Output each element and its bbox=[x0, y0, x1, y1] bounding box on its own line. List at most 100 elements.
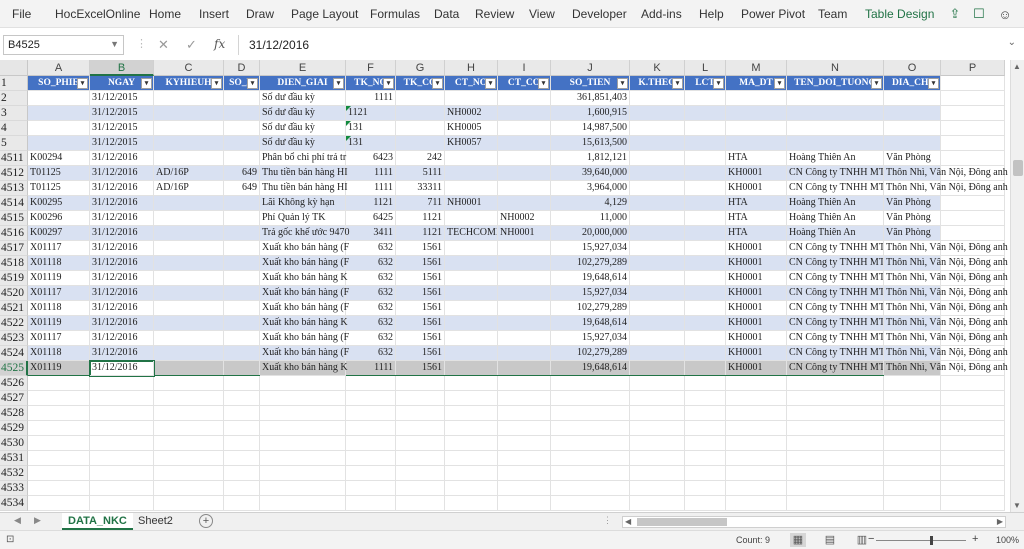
grid-cell[interactable] bbox=[685, 391, 726, 406]
filter-dropdown-icon[interactable]: ▾ bbox=[77, 78, 88, 89]
table-cell[interactable]: HTA bbox=[726, 211, 787, 226]
table-cell[interactable] bbox=[224, 91, 260, 106]
filter-dropdown-icon[interactable]: ▾ bbox=[617, 78, 628, 89]
table-cell[interactable]: 19,648,614 bbox=[551, 316, 630, 331]
table-cell[interactable]: 39,640,000 bbox=[551, 166, 630, 181]
grid-cell[interactable] bbox=[685, 466, 726, 481]
grid-cell[interactable] bbox=[154, 481, 224, 496]
table-cell[interactable] bbox=[445, 256, 498, 271]
table-cell[interactable]: KH0005 bbox=[445, 121, 498, 136]
table-cell[interactable] bbox=[154, 271, 224, 286]
table-cell[interactable]: 632 bbox=[346, 256, 396, 271]
table-cell[interactable]: 31/12/2016 bbox=[90, 151, 154, 166]
table-cell[interactable] bbox=[630, 301, 685, 316]
table-cell[interactable]: 5111 bbox=[396, 166, 445, 181]
row-header[interactable]: 4532 bbox=[0, 466, 28, 481]
filter-dropdown-icon[interactable]: ▾ bbox=[333, 78, 344, 89]
table-cell[interactable] bbox=[685, 346, 726, 361]
add-sheet-icon[interactable]: + bbox=[199, 514, 213, 528]
grid-cell[interactable] bbox=[346, 406, 396, 421]
table-cell[interactable] bbox=[224, 361, 260, 376]
table-cell[interactable]: HTA bbox=[726, 151, 787, 166]
table-header-cell[interactable]: CT_NO ▾ bbox=[445, 76, 498, 91]
table-cell[interactable] bbox=[884, 106, 941, 121]
grid-cell[interactable] bbox=[787, 451, 884, 466]
grid-cell[interactable] bbox=[260, 481, 346, 496]
table-cell[interactable]: 31/12/2016 bbox=[90, 211, 154, 226]
grid-cell[interactable] bbox=[630, 406, 685, 421]
table-cell[interactable] bbox=[154, 286, 224, 301]
table-cell[interactable] bbox=[224, 211, 260, 226]
table-cell[interactable]: CN Công ty TNHH MT bbox=[787, 346, 884, 361]
grid-cell[interactable] bbox=[941, 196, 1005, 211]
column-header-a[interactable]: A bbox=[28, 60, 90, 76]
table-cell[interactable] bbox=[787, 106, 884, 121]
table-cell[interactable] bbox=[224, 106, 260, 121]
row-header[interactable]: 1 bbox=[0, 76, 28, 91]
grid-cell[interactable] bbox=[726, 376, 787, 391]
table-cell[interactable] bbox=[498, 106, 551, 121]
table-header-cell[interactable]: DIA_CHI ▾ bbox=[884, 76, 941, 91]
table-cell[interactable] bbox=[154, 151, 224, 166]
column-header-c[interactable]: C bbox=[154, 60, 224, 76]
grid-cell[interactable] bbox=[28, 481, 90, 496]
table-cell[interactable]: X01117 bbox=[28, 331, 90, 346]
filter-dropdown-icon[interactable]: ▾ bbox=[432, 78, 443, 89]
grid-cell[interactable] bbox=[154, 391, 224, 406]
table-cell[interactable]: 3,964,000 bbox=[551, 181, 630, 196]
table-cell[interactable] bbox=[630, 361, 685, 376]
table-cell[interactable]: 1561 bbox=[396, 256, 445, 271]
table-cell[interactable] bbox=[224, 286, 260, 301]
table-cell[interactable] bbox=[726, 121, 787, 136]
vertical-scrollbar[interactable]: ▲ ▼ bbox=[1010, 60, 1024, 512]
table-cell[interactable] bbox=[685, 316, 726, 331]
table-cell[interactable] bbox=[685, 181, 726, 196]
select-all-corner[interactable] bbox=[0, 60, 28, 76]
table-cell[interactable]: Thôn Nhì, Vân Nội, Đông anh bbox=[884, 256, 1008, 271]
grid-cell[interactable] bbox=[941, 226, 1005, 241]
table-cell[interactable]: 632 bbox=[346, 286, 396, 301]
zoom-in-icon[interactable]: + bbox=[972, 533, 978, 545]
table-cell[interactable] bbox=[630, 121, 685, 136]
comment-icon[interactable]: ☐ bbox=[970, 5, 988, 23]
grid-cell[interactable] bbox=[884, 421, 941, 436]
table-cell[interactable]: Xuất kho bán hàng (F bbox=[260, 241, 349, 256]
macro-record-icon[interactable]: ⊡ bbox=[6, 534, 14, 545]
grid-cell[interactable] bbox=[726, 481, 787, 496]
scroll-up-icon[interactable]: ▲ bbox=[1013, 62, 1021, 71]
table-cell[interactable] bbox=[445, 181, 498, 196]
table-cell[interactable]: AD/16P bbox=[154, 166, 224, 181]
row-header[interactable]: 4525 bbox=[0, 361, 28, 376]
grid-cell[interactable] bbox=[445, 496, 498, 511]
grid-cell[interactable] bbox=[396, 496, 445, 511]
table-cell[interactable]: Xuất kho bán hàng (F bbox=[260, 256, 349, 271]
grid-cell[interactable] bbox=[551, 376, 630, 391]
column-header-n[interactable]: N bbox=[787, 60, 884, 76]
column-header-b[interactable]: B bbox=[90, 60, 154, 76]
table-cell[interactable]: Văn Phòng bbox=[884, 196, 941, 211]
table-cell[interactable] bbox=[685, 211, 726, 226]
row-header[interactable]: 4519 bbox=[0, 271, 28, 286]
grid-cell[interactable] bbox=[346, 421, 396, 436]
table-cell[interactable]: T01125 bbox=[28, 181, 90, 196]
grid-cell[interactable] bbox=[498, 406, 551, 421]
table-cell[interactable] bbox=[685, 301, 726, 316]
table-cell[interactable]: HTA bbox=[726, 226, 787, 241]
grid-cell[interactable] bbox=[941, 406, 1005, 421]
table-cell[interactable] bbox=[498, 256, 551, 271]
table-cell[interactable] bbox=[498, 286, 551, 301]
filter-dropdown-icon[interactable]: ▾ bbox=[871, 78, 882, 89]
table-cell[interactable]: 6423 bbox=[346, 151, 396, 166]
table-cell[interactable] bbox=[685, 226, 726, 241]
table-cell[interactable]: KH0057 bbox=[445, 136, 498, 151]
menu-review[interactable]: Review bbox=[475, 7, 514, 21]
table-cell[interactable]: 31/12/2015 bbox=[90, 121, 154, 136]
grid-cell[interactable] bbox=[787, 421, 884, 436]
grid-cell[interactable] bbox=[726, 466, 787, 481]
grid-cell[interactable] bbox=[224, 451, 260, 466]
table-header-cell[interactable]: DIEN_GIAI ▾ bbox=[260, 76, 346, 91]
table-cell[interactable]: 1,812,121 bbox=[551, 151, 630, 166]
table-cell[interactable]: 1,600,915 bbox=[551, 106, 630, 121]
table-cell[interactable]: CN Công ty TNHH MT bbox=[787, 166, 884, 181]
table-cell[interactable] bbox=[685, 136, 726, 151]
